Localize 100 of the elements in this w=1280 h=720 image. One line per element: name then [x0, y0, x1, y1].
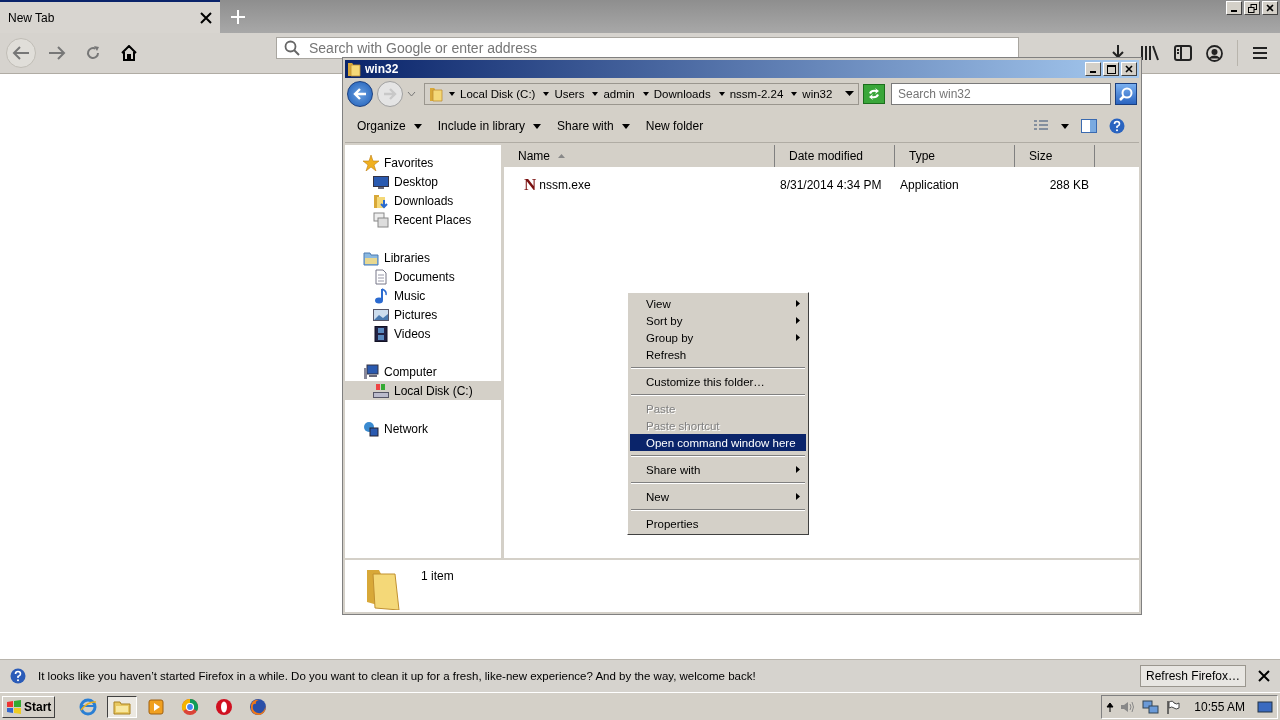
start-button[interactable]: Start — [2, 695, 56, 718]
folder-icon — [347, 61, 361, 77]
column-header[interactable]: Date modified — [775, 145, 895, 167]
refresh-firefox-button[interactable]: Refresh Firefox… — [1139, 665, 1246, 687]
search-icon — [284, 40, 300, 56]
sidebar-icon[interactable] — [1174, 45, 1192, 61]
back-button[interactable] — [347, 81, 373, 107]
help-icon — [10, 668, 26, 684]
breadcrumb-item[interactable]: admin — [590, 88, 637, 100]
breadcrumb-item[interactable]: Users — [541, 88, 587, 100]
toolbar-button[interactable]: Share with — [551, 117, 636, 135]
new-tab-icon[interactable] — [230, 9, 246, 25]
item-count: 1 item — [421, 569, 454, 583]
close-icon[interactable] — [200, 11, 212, 24]
caret-icon — [791, 91, 798, 97]
sidebar-item[interactable]: Recent Places — [345, 210, 501, 229]
show-desktop-icon[interactable] — [1257, 699, 1273, 714]
up-arrow-icon[interactable] — [1106, 701, 1115, 712]
network-icon[interactable] — [1142, 698, 1161, 715]
menu-item[interactable]: New — [630, 488, 806, 505]
computer-icon — [363, 363, 379, 380]
menu-item[interactable]: View — [630, 295, 806, 312]
minimize-button[interactable] — [1085, 62, 1101, 76]
fox-icon — [249, 697, 268, 716]
menu-icon[interactable] — [1252, 46, 1268, 60]
browser-tab[interactable]: New Tab — [0, 0, 220, 33]
breadcrumb-item[interactable]: win32 — [789, 88, 835, 100]
restore-button[interactable] — [1244, 1, 1260, 15]
help-icon[interactable] — [1109, 118, 1125, 134]
library-folder-icon — [363, 249, 379, 266]
maximize-icon — [1106, 64, 1116, 74]
address-field[interactable]: Search with Google or enter address — [276, 37, 1019, 59]
sidebar-item[interactable]: Music — [345, 286, 501, 305]
downloads-folder-icon — [373, 192, 389, 209]
toolbar-button[interactable]: Include in library — [431, 117, 548, 135]
sidebar-item[interactable]: Network — [345, 419, 501, 438]
refresh-button[interactable] — [863, 84, 885, 104]
caret-icon — [621, 123, 630, 129]
caret-icon[interactable] — [1061, 123, 1069, 129]
maximize-button[interactable] — [1103, 62, 1119, 76]
library-icon[interactable] — [1140, 45, 1160, 61]
breadcrumb-item[interactable]: Downloads — [640, 88, 713, 100]
search-button[interactable] — [1115, 83, 1137, 105]
close-icon — [1125, 65, 1133, 73]
minimize-button[interactable] — [1226, 1, 1242, 15]
close-button[interactable] — [1262, 1, 1278, 15]
sidebar-item[interactable]: Pictures — [345, 305, 501, 324]
sidebar-item[interactable]: Libraries — [345, 248, 501, 267]
ring-icon — [181, 697, 200, 716]
app-icon: N — [524, 175, 537, 195]
drive-icon — [373, 382, 389, 399]
close-button[interactable] — [1121, 62, 1137, 76]
sidebar-item[interactable]: Favorites — [345, 153, 501, 172]
star-icon — [363, 154, 379, 171]
network-icon — [363, 420, 379, 437]
sidebar-item[interactable]: Local Disk (C:) — [345, 381, 501, 400]
taskbar-app-button[interactable] — [107, 695, 138, 718]
close-icon — [1266, 4, 1274, 12]
address-bar[interactable]: Local Disk (C:) Users admin Downloads nssm-2.24 win32 — [424, 83, 859, 105]
caret-icon — [592, 91, 599, 97]
preview-pane-icon[interactable] — [1081, 119, 1097, 133]
back-arrow-icon — [353, 88, 367, 100]
menu-item[interactable]: Customize this folder… — [630, 373, 806, 390]
search-field[interactable]: Search win32 — [891, 83, 1111, 105]
breadcrumb-item[interactable]: nssm-2.24 — [716, 88, 786, 100]
notification-text: It looks like you haven’t started Firefox in a while. Do you want to clean it up for a fresh, like-new experience? And by the way, welcome back! — [38, 670, 757, 682]
submenu-arrow-icon — [796, 300, 800, 307]
column-header[interactable]: Size — [1015, 145, 1095, 167]
sidebar-item[interactable]: Computer — [345, 362, 501, 381]
home-icon — [120, 45, 138, 61]
monitor-icon — [373, 173, 389, 190]
breadcrumb-item[interactable]: Local Disk (C:) — [447, 88, 538, 100]
sidebar-item[interactable]: Videos — [345, 324, 501, 343]
toolbar-button[interactable]: New folder — [639, 117, 710, 135]
film-icon — [373, 325, 389, 342]
close-icon[interactable] — [1258, 670, 1270, 682]
column-header[interactable]: Type — [895, 145, 1015, 167]
menu-item[interactable]: Properties — [630, 515, 806, 532]
file-name[interactable]: nssm.exe — [539, 178, 591, 192]
table-cell-text: 288 KB — [1048, 177, 1090, 194]
sidebar-item[interactable]: Documents — [345, 267, 501, 286]
submenu-arrow-icon — [796, 334, 800, 341]
submenu-arrow-icon — [796, 493, 800, 500]
refresh-icon — [867, 88, 881, 100]
menu-item[interactable]: Share with — [630, 461, 806, 478]
menu-item[interactable]: Open command window here — [630, 434, 806, 451]
dropdown-caret-icon[interactable] — [845, 91, 854, 97]
menu-item[interactable]: Refresh — [630, 346, 806, 363]
sidebar-item[interactable]: Desktop — [345, 172, 501, 191]
menu-item[interactable]: Group by — [630, 329, 806, 346]
table-cell-text: Application — [899, 177, 960, 194]
caret-icon — [449, 91, 455, 97]
sidebar-item[interactable]: Downloads — [345, 191, 501, 210]
toolbar-button[interactable]: Organize — [351, 117, 428, 135]
flag-icon[interactable] — [1166, 699, 1181, 714]
menu-item[interactable]: Sort by — [630, 312, 806, 329]
column-header[interactable]: Name — [504, 145, 775, 167]
folder-icon — [429, 86, 443, 102]
account-icon[interactable] — [1206, 44, 1223, 62]
restore-icon — [1247, 3, 1257, 13]
